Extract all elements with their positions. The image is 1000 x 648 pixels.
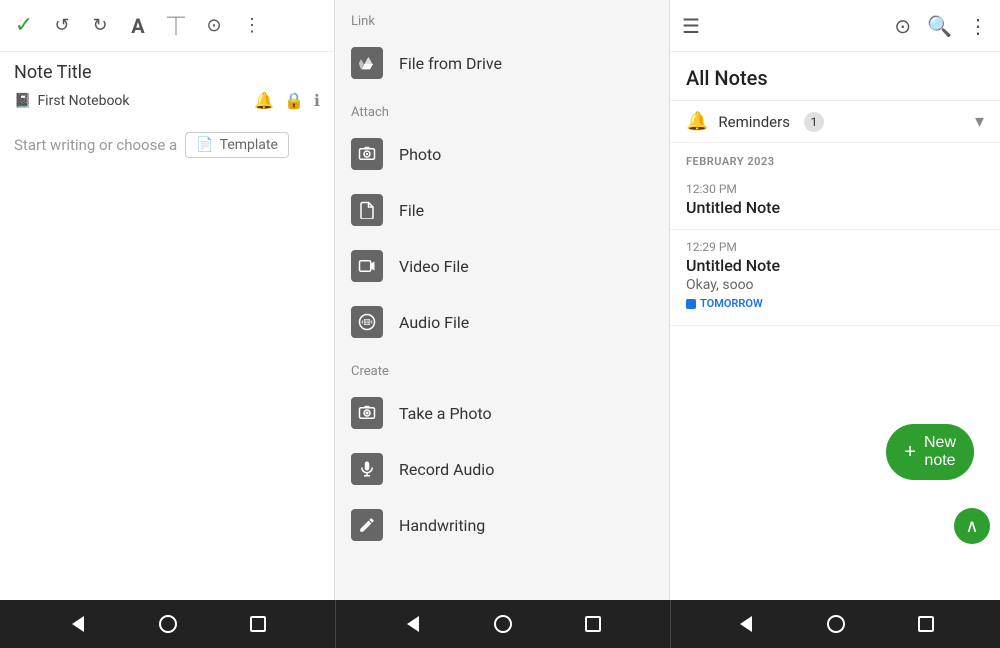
photo-item[interactable]: Photo [335, 126, 669, 182]
home-button-right[interactable] [821, 609, 851, 639]
note-title-2: Untitled Note [686, 256, 984, 275]
new-note-label: New note [924, 434, 956, 470]
file-from-drive-label: File from Drive [399, 54, 502, 73]
undo-icon[interactable]: ↺ [50, 14, 74, 38]
tag-label-2: TOMORROW [700, 297, 763, 310]
right-nav [670, 600, 1000, 648]
bold-a-icon[interactable]: A [126, 14, 150, 38]
check-icon[interactable]: ✓ [12, 14, 36, 38]
lock-icon[interactable]: 🔒 [284, 91, 304, 110]
chevron-up-icon: ∧ [965, 516, 978, 537]
left-note-header: Note Title 📓 First Notebook 🔔 🔒 ℹ [0, 52, 334, 120]
video-icon [351, 250, 383, 282]
right-toolbar: ☰ ⊙ 🔍 ⋮ [670, 0, 1000, 52]
link-section-label: Link [335, 0, 669, 35]
home-button-left[interactable] [153, 609, 183, 639]
file-from-drive-item[interactable]: File from Drive [335, 35, 669, 91]
reminders-badge: 1 [804, 112, 824, 132]
expand-new-note-button[interactable]: ∧ [954, 508, 990, 544]
attach-section-label: Attach [335, 91, 669, 126]
notebook-actions: 🔔 🔒 ℹ [254, 91, 320, 110]
tag-dot-icon [686, 299, 696, 309]
note-title[interactable]: Note Title [14, 62, 320, 83]
search-icon[interactable]: 🔍 [927, 14, 952, 38]
reminders-row[interactable]: 🔔 Reminders 1 ▾ [670, 101, 1000, 143]
template-button[interactable]: 📄 Template [185, 132, 289, 158]
reminders-left: 🔔 Reminders 1 [686, 111, 824, 132]
left-editor-panel: ✓ ↺ ↻ A ⏉ ⊙ ⋮ Note Title 📓 First Noteboo… [0, 0, 335, 600]
record-audio-icon [351, 453, 383, 485]
account-icon[interactable]: ⊙ [894, 14, 911, 38]
redo-icon[interactable]: ↻ [88, 14, 112, 38]
middle-nav [335, 600, 670, 648]
drive-icon [351, 47, 383, 79]
attachment-icon[interactable]: ⏉ [164, 14, 188, 38]
plus-icon: + [904, 441, 916, 464]
note-tag-2: TOMORROW [686, 297, 763, 310]
video-file-item[interactable]: Video File [335, 238, 669, 294]
chevron-down-icon: ▾ [975, 111, 984, 132]
hamburger-icon[interactable]: ☰ [682, 14, 700, 38]
create-section-label: Create [335, 350, 669, 385]
new-note-button[interactable]: + New note [886, 424, 974, 480]
home-button-mid[interactable] [488, 609, 518, 639]
template-label: Template [220, 137, 278, 153]
video-file-label: Video File [399, 257, 469, 276]
take-photo-item[interactable]: Take a Photo [335, 385, 669, 441]
note-preview-2: Okay, sooo [686, 277, 984, 293]
note-item-2[interactable]: 12:29 PM Untitled Note Okay, sooo TOMORR… [670, 230, 1000, 326]
back-button-left[interactable] [63, 609, 93, 639]
all-notes-title: All Notes [670, 52, 1000, 101]
notebook-icon: 📓 [14, 93, 31, 109]
attachment-dropdown: Link File from Drive Attach [335, 0, 669, 600]
start-writing-label: Start writing or choose a [14, 136, 177, 154]
notebook-name[interactable]: First Notebook [37, 93, 248, 109]
new-note-area: + New note ∧ [950, 508, 990, 544]
recents-button-left[interactable] [243, 609, 273, 639]
note-title-1: Untitled Note [686, 198, 984, 217]
middle-editor-panel: ✓ ↺ ↻ A ⏉ ⊙ ⋮ Note Title 📓 First Noteboo… [335, 0, 670, 600]
bottom-nav-bar [0, 600, 1000, 648]
record-audio-label: Record Audio [399, 460, 494, 479]
back-button-mid[interactable] [398, 609, 428, 639]
reminders-label: Reminders [718, 113, 790, 131]
info-icon[interactable]: ℹ [314, 91, 320, 110]
recents-button-right[interactable] [911, 609, 941, 639]
date-label: FEBRUARY 2023 [670, 143, 1000, 172]
handwriting-item[interactable]: Handwriting [335, 497, 669, 553]
file-icon [351, 194, 383, 226]
take-photo-label: Take a Photo [399, 404, 492, 423]
template-icon: 📄 [196, 137, 213, 153]
handwriting-icon [351, 509, 383, 541]
handwriting-label: Handwriting [399, 516, 485, 535]
take-photo-icon [351, 397, 383, 429]
note-time-1: 12:30 PM [686, 182, 984, 196]
right-panel: ☰ ⊙ 🔍 ⋮ All Notes 🔔 Reminders 1 ▾ FEBRUA… [670, 0, 1000, 600]
back-button-right[interactable] [731, 609, 761, 639]
reminder-bell-icon: 🔔 [686, 111, 708, 132]
left-toolbar: ✓ ↺ ↻ A ⏉ ⊙ ⋮ [0, 0, 334, 52]
audio-file-item[interactable]: Audio File [335, 294, 669, 350]
recents-button-mid[interactable] [578, 609, 608, 639]
audio-icon [351, 306, 383, 338]
record-audio-item[interactable]: Record Audio [335, 441, 669, 497]
note-time-2: 12:29 PM [686, 240, 984, 254]
file-item[interactable]: File [335, 182, 669, 238]
photo-icon [351, 138, 383, 170]
camera-icon[interactable]: ⊙ [202, 14, 226, 38]
left-nav [0, 600, 335, 648]
right-toolbar-icons: ⊙ 🔍 ⋮ [894, 14, 988, 38]
template-row: Start writing or choose a 📄 Template [0, 120, 334, 170]
more-options-right-icon[interactable]: ⋮ [968, 14, 988, 38]
alarm-icon[interactable]: 🔔 [254, 91, 274, 110]
notebook-row: 📓 First Notebook 🔔 🔒 ℹ [14, 91, 320, 110]
photo-label: Photo [399, 145, 441, 164]
more-options-icon[interactable]: ⋮ [240, 14, 264, 38]
audio-file-label: Audio File [399, 313, 469, 332]
note-item-1[interactable]: 12:30 PM Untitled Note [670, 172, 1000, 230]
file-label: File [399, 201, 424, 220]
